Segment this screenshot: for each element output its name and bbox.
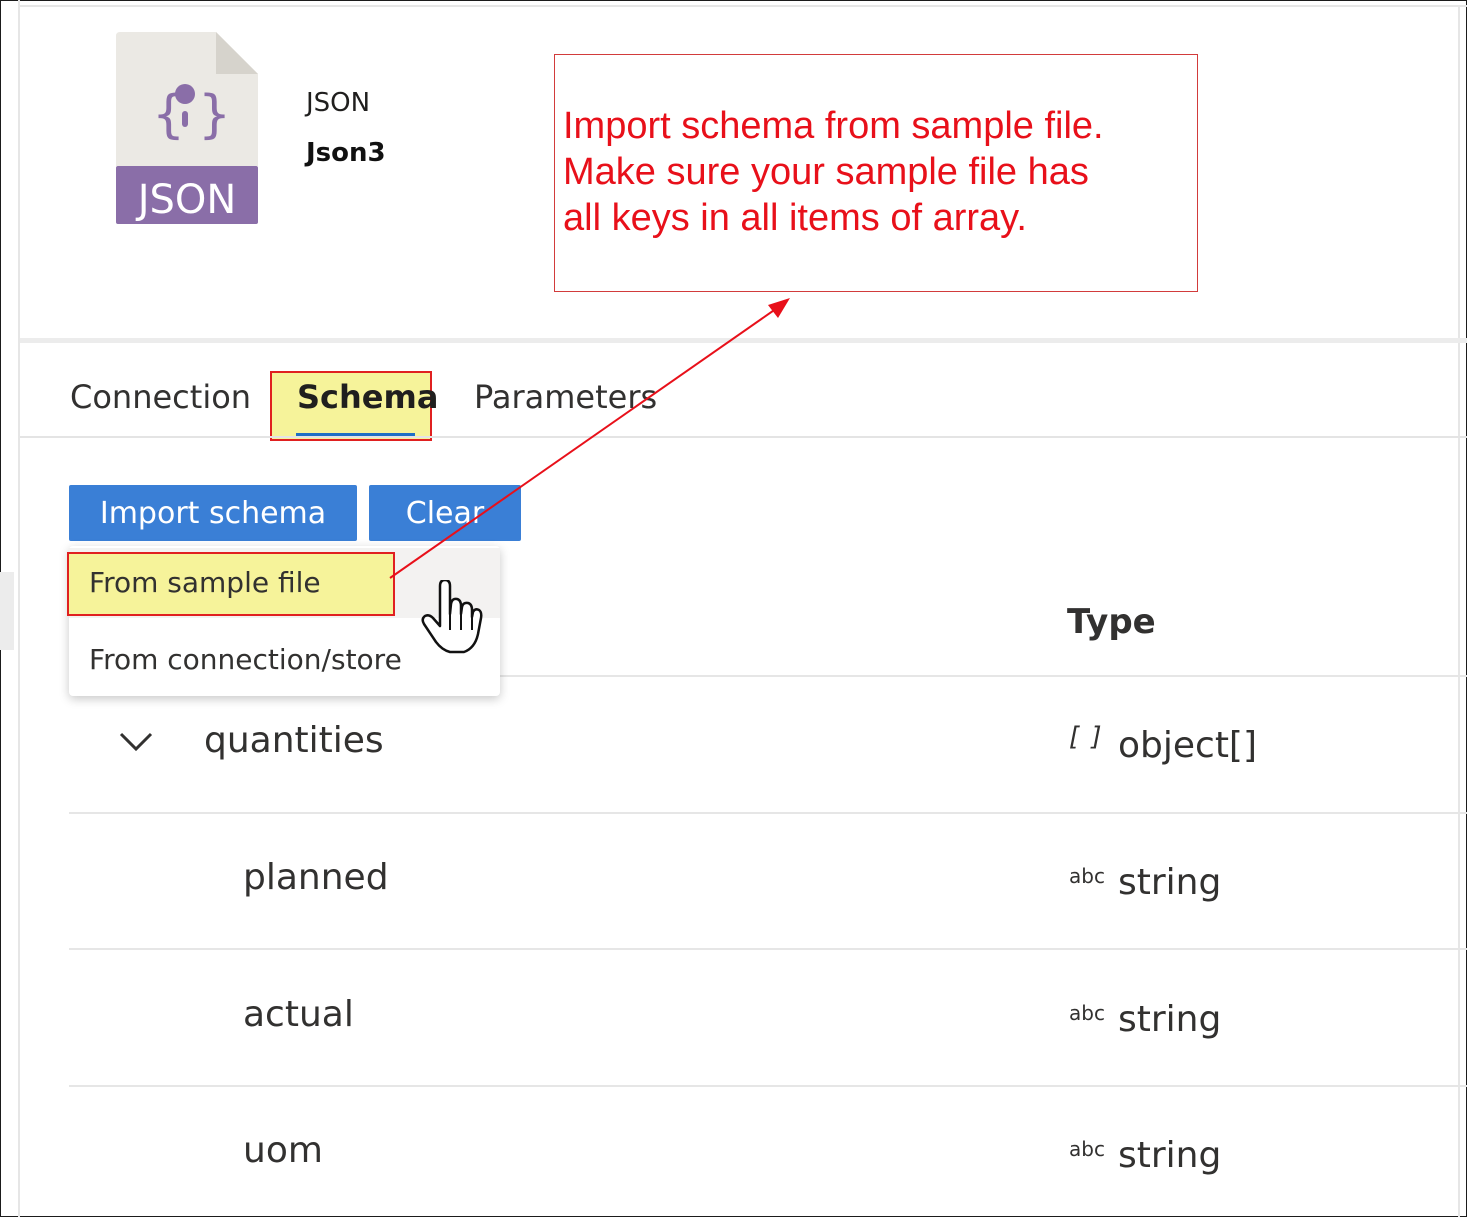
annotation-callout-box: Import schema from sample file. Make sur… <box>554 54 1198 292</box>
panel-border-left <box>18 0 20 1217</box>
type-column-header: Type <box>1067 602 1156 642</box>
dataset-type-label: JSON <box>306 88 371 118</box>
field-name-uom: uom <box>243 1130 323 1171</box>
panel-border-top <box>18 5 1467 7</box>
tab-parameters[interactable]: Parameters <box>474 378 657 416</box>
json-icon-label: JSON <box>135 177 237 223</box>
string-type-icon: abc <box>1069 1137 1105 1161</box>
panel-border-right <box>1458 5 1460 1217</box>
menu-item-from-sample-file[interactable]: From sample file <box>89 566 321 599</box>
json-file-icon: { } JSON <box>116 32 258 224</box>
chevron-down-icon[interactable] <box>118 730 154 754</box>
annotation-callout-text: Import schema from sample file. Make sur… <box>563 105 1104 239</box>
dataset-name: Json3 <box>306 138 386 168</box>
field-type-actual: string <box>1118 999 1222 1040</box>
array-type-icon: [ ] <box>1069 722 1104 752</box>
row-divider <box>69 1085 1467 1087</box>
string-type-icon: abc <box>1069 864 1105 888</box>
field-name-actual: actual <box>243 994 354 1035</box>
header-divider <box>20 338 1467 343</box>
row-divider <box>69 812 1467 814</box>
import-schema-button[interactable]: Import schema <box>69 485 357 541</box>
field-type-uom: string <box>1118 1135 1222 1176</box>
menu-item-from-connection-store[interactable]: From connection/store <box>89 643 402 676</box>
tab-schema[interactable]: Schema <box>297 378 438 416</box>
field-name-planned: planned <box>243 857 389 898</box>
field-type-quantities: object[] <box>1118 725 1258 766</box>
field-name-quantities: quantities <box>204 720 384 761</box>
string-type-icon: abc <box>1069 1001 1105 1025</box>
field-type-planned: string <box>1118 862 1222 903</box>
left-edge-panel <box>0 572 14 650</box>
clear-button[interactable]: Clear <box>369 485 521 541</box>
row-divider <box>69 948 1467 950</box>
svg-text:}: } <box>198 85 231 145</box>
hand-cursor-icon <box>421 580 483 654</box>
tab-connection[interactable]: Connection <box>70 378 251 416</box>
tabs-divider <box>20 436 1467 438</box>
